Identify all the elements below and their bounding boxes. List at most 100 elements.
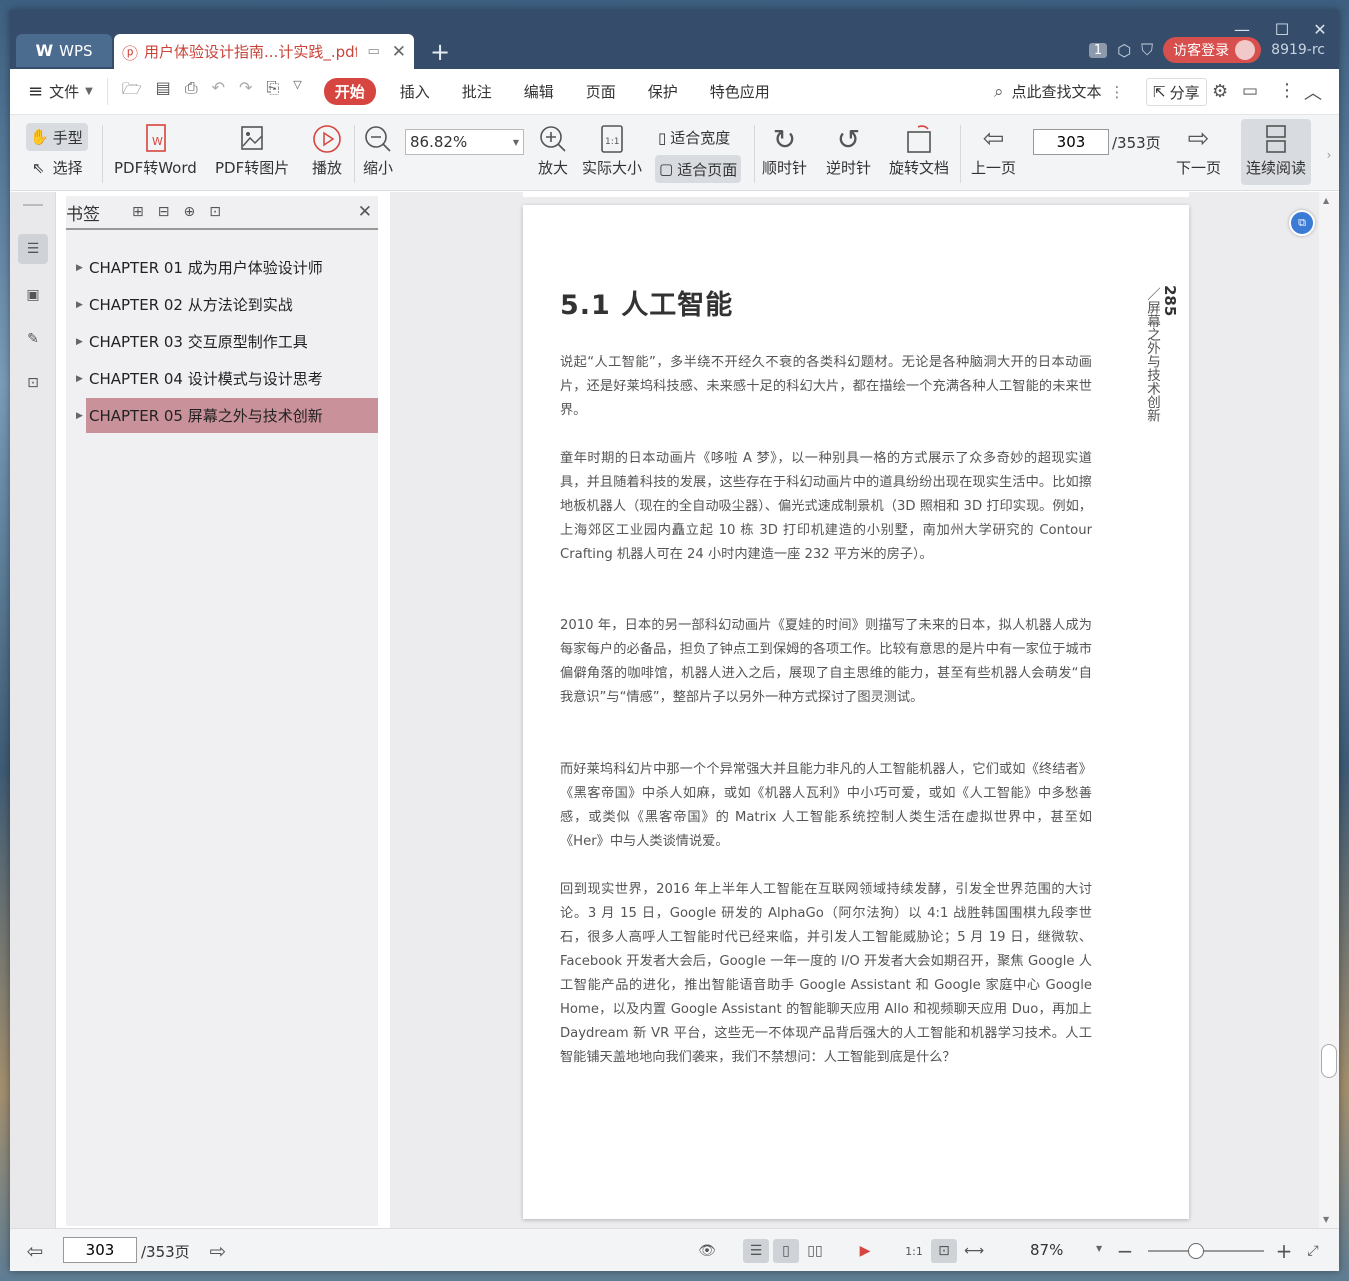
bookmark-item-selected[interactable]: ▶ CHAPTER 05 屏幕之外与技术创新 [76,398,378,433]
page-number-input[interactable] [1033,129,1109,155]
menu-special[interactable]: 特色应用 [694,81,786,102]
image-panel-icon[interactable]: ⊡ [18,368,48,398]
menu-start[interactable]: 开始 [323,78,376,105]
skin-icon[interactable]: ⬡ [1117,41,1131,60]
scroll-thumb[interactable] [1321,1044,1337,1078]
menu-annotate[interactable]: 批注 [446,81,508,102]
actual-size-icon[interactable]: 1:1 [901,1239,927,1263]
fit-page-icon[interactable]: ⊡ [931,1239,957,1263]
continuous-reading-button[interactable]: 连续阅读 [1241,119,1311,185]
bookmark-item[interactable]: ▶ CHAPTER 04 设计模式与设计思考 [76,361,378,396]
menu-edit[interactable]: 编辑 [508,81,570,102]
expand-arrow-icon[interactable]: ▶ [76,411,83,421]
rotate-document-button[interactable]: 旋转文档 [889,121,949,178]
status-page-input[interactable] [63,1237,137,1263]
export-icon[interactable]: ⎘ [266,78,279,105]
close-tab-icon[interactable]: ✕ [392,42,406,62]
continuous-view-icon[interactable]: ☰ [743,1239,769,1263]
rotate-counterclockwise-button[interactable]: ↺ 逆时针 [826,121,871,178]
more-vertical-icon[interactable]: ⋮ [1110,83,1125,101]
chapter-side-note: ／屏幕之外与技术创新 [1144,287,1160,422]
open-icon[interactable]: 🗁 [122,78,142,105]
zoom-out-icon[interactable]: − [1112,1239,1138,1263]
thumbnail-panel-icon[interactable]: ▣ [18,280,48,310]
add-sub-bookmark-icon[interactable]: ⊕ [183,204,195,220]
redo-icon[interactable]: ↷ [239,78,252,105]
zoom-percent[interactable]: 87% [1030,1241,1063,1259]
close-panel-icon[interactable]: ✕ [358,202,372,222]
collapse-bookmark-icon[interactable]: ⊟ [158,204,170,220]
guest-login-button[interactable]: 访客登录 [1163,37,1262,63]
zoom-value: 86.82% [410,133,468,151]
hand-tool-button[interactable]: ✋ 手型 [26,123,88,151]
zoom-slider[interactable] [1148,1243,1264,1259]
zoom-slider-thumb[interactable] [1188,1243,1204,1259]
play-button[interactable]: 播放 [310,121,344,178]
menu-protect[interactable]: 保护 [632,81,694,102]
new-tab-button[interactable]: + [430,38,450,66]
prev-page-arrow-icon[interactable]: ⇦ [22,1239,48,1263]
expand-arrow-icon[interactable]: ▶ [76,374,83,384]
save-icon[interactable]: ▤ [156,78,171,105]
eye-protection-icon[interactable]: 👁 [694,1239,720,1263]
menu-insert[interactable]: 插入 [384,81,446,102]
collapse-ribbon-icon[interactable]: ︿ [1304,79,1322,105]
tab-wps-home[interactable]: W WPS [16,34,112,67]
print-icon[interactable]: ⎙ [185,78,198,105]
zoom-in-icon[interactable]: + [1271,1239,1297,1263]
fit-page-button[interactable]: ▢ 适合页面 [655,155,742,183]
bookmark-item[interactable]: ▶ CHAPTER 01 成为用户体验设计师 [76,250,378,285]
annotation-panel-icon[interactable]: ✎ [18,324,48,354]
expand-arrow-icon[interactable]: ▶ [76,337,83,347]
title-bar: — ☐ ✕ W WPS ⓟ 用户体验设计指南...计实践_.pdf ▭ ✕ + … [10,10,1339,69]
add-bookmark-icon[interactable]: ⊞ [132,204,144,220]
pdf-to-image-button[interactable]: PDF转图片 [215,121,289,178]
play-slideshow-icon[interactable]: ▶ [852,1239,878,1263]
menu-page[interactable]: 页面 [570,81,632,102]
two-page-view-icon[interactable]: ▯▯ [802,1239,828,1263]
expand-arrow-icon[interactable]: ▶ [76,263,83,273]
bookmark-list-icon[interactable]: ⊡ [209,204,221,220]
select-tool-button[interactable]: ⇖ 选择 [32,157,83,178]
file-menu[interactable]: ≡ 文件 ▼ [10,81,103,102]
rotate-clockwise-button[interactable]: ↻ 顺时针 [762,121,807,178]
actual-size-button[interactable]: 1:1 实际大小 [582,121,642,178]
scroll-up-arrow-icon[interactable]: ▲ [1323,196,1329,205]
fit-width-button[interactable]: ▯ 适合宽度 [658,127,730,148]
zoom-select[interactable]: 86.82% ▼ [405,129,524,155]
undo-icon[interactable]: ↶ [212,78,225,105]
fit-width-icon[interactable]: ⟷ [961,1239,987,1263]
floating-translate-button[interactable]: ⧉ [1289,210,1315,236]
message-icon[interactable]: ▭ [1242,81,1258,101]
toolbar-scroll-right[interactable]: › [1322,135,1336,175]
zoom-in-button[interactable]: 放大 [536,121,570,178]
zoom-out-button[interactable]: 缩小 [361,121,395,178]
vertical-scrollbar[interactable]: ▲ ▼ [1319,192,1339,1228]
next-page-button[interactable]: ⇨ 下一页 [1176,121,1221,178]
find-text-search[interactable]: ⌕ 点此查找文本 ⋮ [994,81,1125,102]
shirt-icon[interactable]: ⛉ [1141,40,1153,60]
more-dropdown-icon[interactable]: ▽ [293,78,301,105]
paragraph: 而好莱坞科幻片中那一个个异常强大并且能力非凡的人工智能机器人，它们或如《终结者》… [560,762,1092,849]
fullscreen-icon[interactable]: ⤢ [1300,1239,1326,1263]
bookmark-item[interactable]: ▶ CHAPTER 02 从方法论到实战 [76,287,378,322]
status-bar: ⇦ /353页 ⇨ 👁 ☰ ▯ ▯▯ ▶ 1:1 ⊡ ⟷ 87% ▼ − + ⤢ [10,1228,1339,1271]
pdf-to-word-button[interactable]: W PDF转Word [114,121,197,178]
next-page-arrow-icon[interactable]: ⇨ [205,1239,231,1263]
label: 放大 [537,159,568,177]
document-viewport[interactable]: 5.1 人工智能 285 ／屏幕之外与技术创新 说起“人工智能”，多半绕不开经久… [390,192,1319,1228]
single-page-view-icon[interactable]: ▯ [773,1239,799,1263]
pdf-page: 5.1 人工智能 285 ／屏幕之外与技术创新 说起“人工智能”，多半绕不开经久… [523,205,1189,1219]
scroll-down-arrow-icon[interactable]: ▼ [1323,1215,1329,1224]
previous-page-button[interactable]: ⇦ 上一页 [971,121,1016,178]
bookmark-panel-icon[interactable]: ☰ [18,234,48,264]
tab-document[interactable]: ⓟ 用户体验设计指南...计实践_.pdf ▭ ✕ [114,34,414,69]
share-button[interactable]: ⇱ 分享 [1146,78,1207,106]
window-count-badge[interactable]: 1 [1088,42,1108,58]
more-menu-icon[interactable]: ⋮ [1278,80,1296,101]
settings-gear-icon[interactable]: ⚙ [1212,81,1228,102]
bookmark-item[interactable]: ▶ CHAPTER 03 交互原型制作工具 [76,324,378,359]
monitor-icon[interactable]: ▭ [367,44,379,59]
expand-arrow-icon[interactable]: ▶ [76,300,83,310]
zoom-dropdown-icon[interactable]: ▼ [1096,1244,1102,1253]
